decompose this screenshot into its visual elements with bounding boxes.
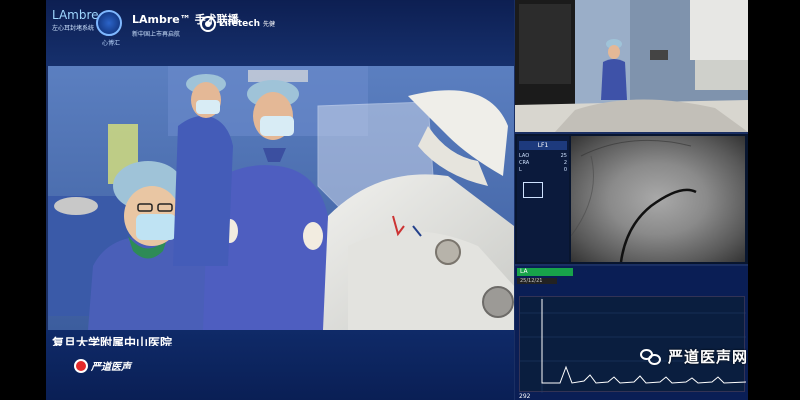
waveform-svg: [520, 297, 747, 393]
room-scene: [515, 0, 748, 132]
orientation-icon: [523, 182, 543, 198]
fluoro-row-l: L 0: [519, 167, 567, 174]
fluoroscopy-panel: LF1 LAO 25 CRA 2 L 0: [515, 134, 748, 264]
livestream-frame: LAmbre 左心耳封堵系统 心博汇 LAmbre™ 手术联播 新中国上市再启航…: [0, 0, 800, 400]
fluoroscopy-image: [570, 136, 745, 263]
fluoro-row-value: 2: [563, 160, 567, 166]
hemo-channel-label: LA: [517, 268, 573, 276]
fluoro-row-label: L: [519, 167, 522, 173]
fluoro-row-value: 0: [563, 167, 567, 173]
hemo-time: 25/12/21: [517, 278, 557, 284]
broadcast-layout: LAmbre 左心耳封堵系统 心博汇 LAmbre™ 手术联播 新中国上市再启航…: [46, 0, 748, 400]
fluoro-row-cra: CRA 2: [519, 160, 567, 167]
channel-name: 严道医声: [91, 362, 131, 373]
lower-third-banner: 复旦大学附属中山医院 严道医声: [46, 330, 514, 400]
letterbox-left: [0, 0, 46, 400]
channel-logo-icon: [74, 358, 88, 373]
header-bar: LAmbre 左心耳封堵系统 心博汇 LAmbre™ 手术联播 新中国上市再启航…: [46, 0, 514, 66]
lifetech-name: Lifetech: [219, 18, 260, 29]
main-camera-view: [48, 66, 514, 330]
lifetech-mark-icon: [200, 16, 216, 32]
watermark-text: 严道医声网: [668, 348, 749, 366]
fluoro-row-value: 25: [560, 153, 567, 159]
hemo-footer: 292: [519, 393, 745, 400]
channel-logo: 严道医声: [74, 358, 131, 373]
hospital-title: 复旦大学附属中山医院: [52, 336, 173, 346]
pressure-waveform-plot: [519, 296, 747, 393]
fluoro-tag: LF1: [519, 141, 567, 150]
fluoro-row-label: CRA: [519, 160, 530, 166]
room-camera-view: [515, 0, 748, 132]
lifetech-logo: Lifetech 先健: [200, 16, 300, 32]
wechat-icon: [640, 348, 662, 365]
fluoro-row-label: LAO: [519, 153, 530, 159]
lifetech-cn: 先健: [263, 20, 276, 28]
fluoro-info-column: LF1 LAO 25 CRA 2 L 0: [517, 136, 569, 262]
catheter-overlay: [570, 139, 697, 263]
letterbox-right: [748, 0, 800, 400]
watermark: 严道医声网: [640, 346, 748, 367]
hemo-footer-value: 292: [519, 393, 531, 400]
badge-text: 心博汇: [101, 40, 120, 47]
hemo-header: LA 25/12/21: [517, 268, 577, 288]
badge-icon: [96, 10, 122, 36]
fluoro-row-lao: LAO 25: [519, 153, 567, 160]
operating-room-scene: [48, 66, 514, 330]
hemodynamic-monitor: LA 25/12/21 292: [515, 266, 748, 400]
